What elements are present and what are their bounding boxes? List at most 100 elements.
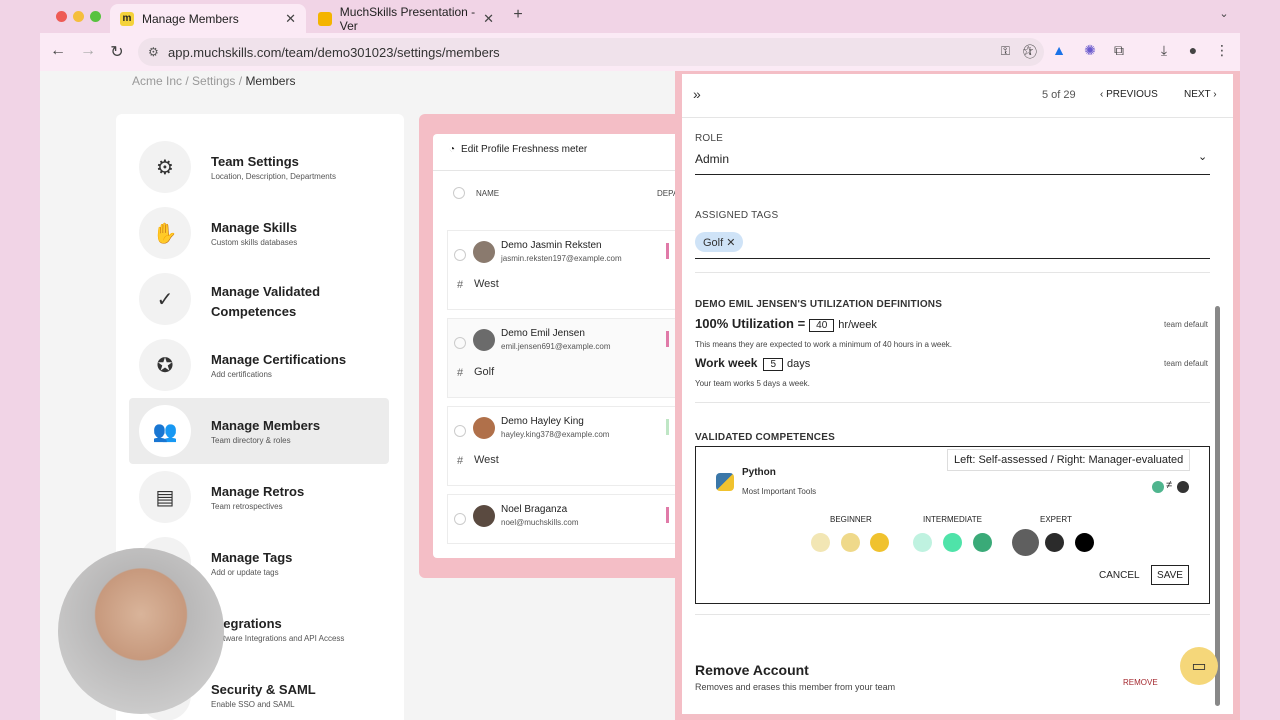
forward-icon[interactable]: → [78, 42, 98, 60]
collapse-panel-icon[interactable]: » [693, 86, 701, 102]
row-radio[interactable] [454, 513, 466, 525]
avatar [473, 329, 495, 351]
member-name: Demo Emil Jensen [501, 328, 585, 339]
work-week-row: Work week 5 days [695, 356, 810, 371]
nav-title: Manage Retros [211, 484, 305, 499]
utilization-label: DEMO EMIL JENSEN'S UTILIZATION DEFINITIO… [695, 299, 943, 310]
back-icon[interactable]: ← [48, 42, 68, 60]
level-dot-5[interactable] [943, 533, 962, 552]
breadcrumb: Acme Inc / Settings / Members [132, 74, 295, 88]
member-tag: West [474, 278, 499, 290]
save-button[interactable]: SAVE [1151, 565, 1189, 585]
avatar [473, 505, 495, 527]
drive-icon[interactable]: ▲ [1049, 42, 1069, 58]
close-icon[interactable]: ✕ [285, 11, 296, 27]
utilization-note: This means they are expected to work a m… [695, 340, 953, 349]
breadcrumb-root[interactable]: Acme Inc [132, 74, 182, 88]
role-select[interactable]: Admin [695, 152, 729, 166]
level-dot-4[interactable] [913, 533, 932, 552]
nav-team-settings[interactable]: ⚙ Team Settings Location, Description, D… [129, 134, 389, 200]
tab-presentation[interactable]: MuchSkills Presentation - Ver ✕ [308, 4, 504, 33]
validated-competences-label: VALIDATED COMPETENCES [695, 432, 835, 443]
muchskills-favicon-icon: m [120, 11, 134, 26]
nav-manage-members[interactable]: 👥 Manage Members Team directory & roles [129, 398, 389, 464]
previous-button[interactable]: ‹ PREVIOUS [1100, 89, 1158, 100]
self-assessed-icon[interactable] [1152, 481, 1164, 493]
level-dot-7[interactable] [1012, 529, 1039, 556]
reload-icon[interactable]: ↻ [107, 42, 127, 62]
freshness-label: Edit Profile Freshness meter [461, 144, 588, 155]
remove-button[interactable]: REMOVE [1123, 678, 1158, 687]
profile-avatar-icon[interactable]: ● [1183, 42, 1203, 58]
member-name: Noel Braganza [501, 504, 568, 515]
manager-evaluated-icon[interactable] [1177, 481, 1189, 493]
info-icon[interactable]: ⓘ [1020, 42, 1040, 62]
next-button[interactable]: NEXT › [1184, 89, 1217, 100]
slides-favicon-icon [318, 11, 332, 26]
level-dot-1[interactable] [811, 533, 830, 552]
select-all-radio[interactable] [453, 187, 465, 199]
row-radio[interactable] [454, 249, 466, 261]
dept-marker [666, 507, 669, 523]
close-window-icon[interactable] [56, 11, 67, 22]
nav-manage-certifications[interactable]: ✪ Manage Certifications Add certificatio… [129, 332, 389, 398]
nav-manage-validated-competences[interactable]: ✓ Manage Validated Competences [129, 266, 389, 332]
role-label: ROLE [695, 133, 724, 144]
detail-header: » 5 of 29 ‹ PREVIOUS NEXT › [682, 74, 1233, 118]
nav-sub: Add certifications [211, 370, 272, 379]
member-row[interactable]: Demo Hayley King hayley.king378@example.… [447, 406, 699, 486]
tab-manage-members[interactable]: m Manage Members ✕ [110, 4, 306, 33]
remove-account-title: Remove Account [695, 662, 809, 678]
nav-title: Manage Validated Competences [211, 284, 321, 319]
url-input[interactable]: ⚙ app.muchskills.com/team/demo301023/set… [138, 38, 1044, 66]
password-key-icon[interactable]: ⚿ [1001, 44, 1010, 59]
row-radio[interactable] [454, 337, 466, 349]
member-name: Demo Jasmin Reksten [501, 240, 602, 251]
cancel-button[interactable]: CANCEL [1099, 570, 1140, 581]
level-dot-9[interactable] [1075, 533, 1094, 552]
chevron-down-icon[interactable]: ⌄ [1198, 150, 1207, 163]
remove-account-note: Removes and erases this member from your… [695, 682, 896, 692]
menu-kebab-icon[interactable]: ⋮ [1212, 42, 1232, 59]
col-name-header[interactable]: NAME [476, 189, 499, 198]
hash-icon: # [457, 367, 464, 379]
skill-name: Python [742, 467, 776, 478]
level-dot-3[interactable] [870, 533, 889, 552]
avatar [473, 417, 495, 439]
dept-marker [666, 331, 669, 347]
download-icon[interactable]: ⤓ [1154, 42, 1174, 59]
scrollbar[interactable] [1215, 306, 1220, 706]
divider [695, 174, 1210, 175]
extension-gear-icon[interactable]: ✺ [1080, 42, 1100, 59]
extensions-puzzle-icon[interactable]: ⧉ [1109, 42, 1129, 59]
nav-sub: Team directory & roles [211, 436, 291, 445]
level-dot-2[interactable] [841, 533, 860, 552]
chat-icon[interactable]: ▭ [1180, 647, 1218, 685]
tags-label: ASSIGNED TAGS [695, 210, 779, 221]
nav-title: Security & SAML [211, 682, 316, 697]
freshness-meter-link[interactable]: ◔ Edit Profile Freshness meter [449, 144, 587, 155]
hours-input[interactable]: 40 [809, 319, 835, 332]
tag-chip[interactable]: Golf ✕ [695, 232, 744, 252]
new-tab-icon[interactable]: + [508, 6, 528, 24]
tab-title: Manage Members [142, 11, 239, 26]
close-icon[interactable]: ✕ [483, 11, 494, 27]
member-row[interactable]: Demo Emil Jensen emil.jensen691@example.… [447, 318, 699, 398]
maximize-window-icon[interactable] [90, 11, 101, 22]
member-email: noel@muchskills.com [501, 518, 579, 527]
level-dot-8[interactable] [1045, 533, 1064, 552]
level-dot-6[interactable] [973, 533, 992, 552]
member-row[interactable]: Noel Braganza noel@muchskills.com [447, 494, 699, 544]
nav-manage-skills[interactable]: ✋ Manage Skills Custom skills databases [129, 200, 389, 266]
document-icon: ▤ [139, 471, 191, 523]
level-expert-label: EXPERT [1040, 515, 1072, 524]
member-row[interactable]: Demo Jasmin Reksten jasmin.reksten197@ex… [447, 230, 699, 310]
minimize-window-icon[interactable] [73, 11, 84, 22]
row-radio[interactable] [454, 425, 466, 437]
days-input[interactable]: 5 [763, 358, 784, 371]
breadcrumb-settings[interactable]: Settings [192, 74, 235, 88]
not-equal-icon: ≠ [1166, 479, 1173, 491]
chevron-down-icon[interactable]: ⌄ [1214, 7, 1234, 20]
nav-manage-retros[interactable]: ▤ Manage Retros Team retrospectives [129, 464, 389, 530]
site-info-icon[interactable]: ⚙ [148, 45, 159, 59]
